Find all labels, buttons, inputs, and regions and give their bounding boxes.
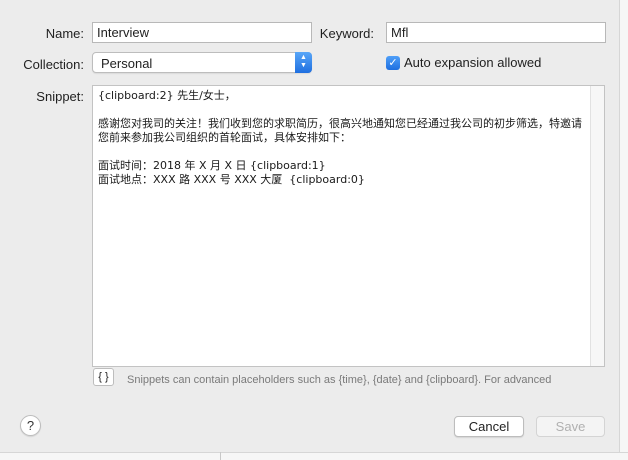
collection-label: Collection: [23,57,84,72]
checkmark-icon: ✓ [388,57,398,69]
snippet-textarea[interactable]: {clipboard:2} 先生/女士， 感谢您对我司的关注！我们收到您的求职简… [92,85,605,367]
auto-expansion-checkbox[interactable]: ✓ [386,56,400,70]
save-button[interactable]: Save [536,416,605,437]
cancel-button[interactable]: Cancel [454,416,524,437]
snippet-scrollbar[interactable] [590,86,604,366]
snippet-label: Snippet: [36,89,84,104]
snippet-editor-sheet: Name: Interview Keyword: Mfl Collection:… [0,0,628,460]
window-edge-bottom [0,452,628,460]
chevron-updown-icon: ▲ ▼ [295,52,312,73]
collection-popup[interactable]: Personal ▲ ▼ [92,52,312,73]
auto-expansion-label[interactable]: Auto expansion allowed [404,55,541,70]
divider [220,452,221,460]
placeholder-menu-button[interactable]: { } [93,368,114,386]
keyword-field[interactable]: Mfl [386,22,606,43]
window-edge-right [619,0,628,460]
snippet-text[interactable]: {clipboard:2} 先生/女士， 感谢您对我司的关注！我们收到您的求职简… [98,89,586,187]
help-button[interactable]: ? [20,415,41,436]
placeholder-hint: Snippets can contain placeholders such a… [127,374,552,386]
keyword-label: Keyword: [319,26,374,41]
collection-value: Personal [101,56,153,71]
name-label: Name: [45,26,84,41]
name-field[interactable]: Interview [92,22,312,43]
